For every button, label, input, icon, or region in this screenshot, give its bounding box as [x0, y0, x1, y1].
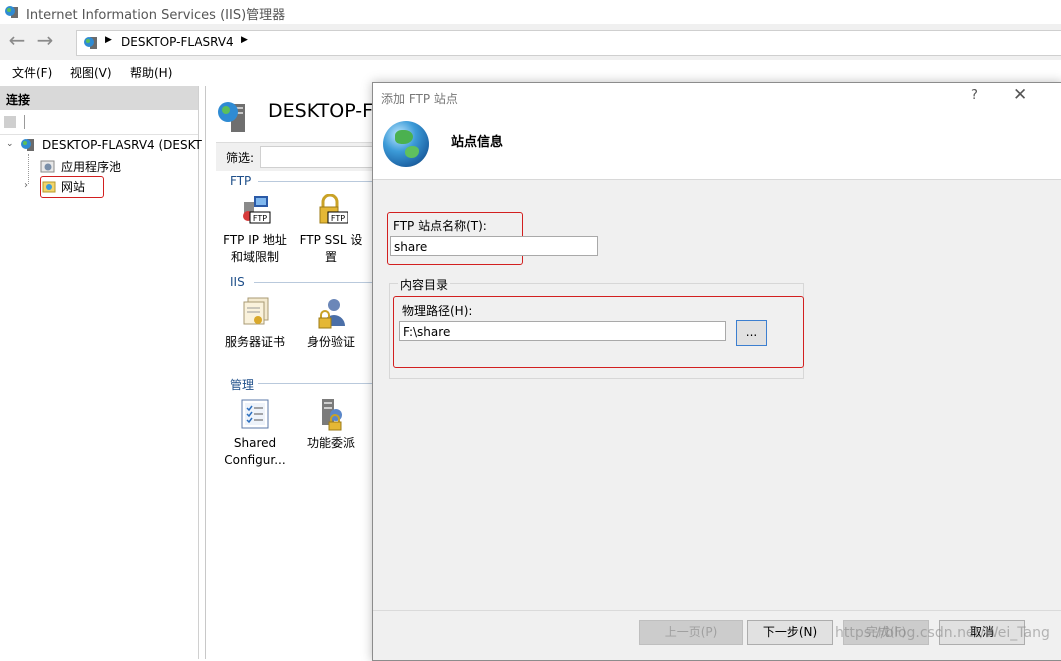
physical-path-label: 物理路径(H):: [402, 304, 473, 318]
toolbar-divider: [24, 115, 25, 129]
tree-expand-icon[interactable]: ⌄: [6, 139, 14, 149]
ftp-ssl-lock-icon: FTP: [314, 193, 349, 228]
tree-line: [28, 154, 30, 184]
breadcrumb-server[interactable]: DESKTOP-FLASRV4: [121, 35, 234, 49]
server-large-icon: [216, 98, 252, 134]
feature-label: 身份验证: [306, 335, 355, 349]
footer-divider: [373, 610, 1061, 611]
section-title: 站点信息: [451, 135, 504, 150]
feature-label-line2: 和域限制: [230, 250, 279, 264]
group-divider: [254, 282, 373, 283]
feature-authentication[interactable]: 身份验证: [296, 296, 366, 351]
tree-sites[interactable]: 网站: [61, 178, 85, 195]
site-name-input[interactable]: share: [390, 236, 598, 256]
shared-config-icon: [238, 397, 272, 431]
browse-button[interactable]: ...: [736, 320, 767, 346]
server-icon: [20, 137, 36, 153]
menu-file[interactable]: 文件(F): [12, 64, 52, 81]
filter-input[interactable]: [260, 146, 382, 168]
menu-bar: 文件(F) 视图(V) 帮助(H): [0, 60, 1061, 84]
next-button[interactable]: 下一步(N): [747, 620, 833, 645]
window-title-bar: Internet Information Services (IIS)管理器: [0, 0, 1061, 24]
window-title: Internet Information Services (IIS)管理器: [26, 8, 286, 23]
connections-pane: 连接 ⌄ DESKTOP-FLASRV4 (DESKT 应用程序池 › 网站: [0, 86, 202, 659]
feature-delegation-icon: [314, 397, 348, 431]
feature-label: 功能委派: [306, 436, 355, 450]
dialog-title: 添加 FTP 站点: [381, 92, 458, 106]
close-icon[interactable]: ✕: [1013, 85, 1027, 105]
page-title: DESKTOP-FL: [268, 100, 384, 122]
watermark-text: https://blog.csdn.net/Wei_Tang: [835, 625, 1050, 641]
connections-header: 连接: [0, 86, 198, 110]
help-icon[interactable]: ?: [971, 88, 978, 103]
breadcrumb-arrow-icon[interactable]: ▶: [241, 35, 248, 45]
new-connection-icon[interactable]: [4, 116, 16, 128]
group-label-ftp: FTP: [230, 174, 252, 188]
app-pool-icon: [40, 158, 56, 174]
certificate-icon: [238, 296, 272, 330]
feature-delegation[interactable]: 功能委派: [296, 397, 366, 452]
iis-app-icon: [4, 4, 20, 20]
authentication-user-icon: [314, 296, 348, 330]
tree-server-node[interactable]: DESKTOP-FLASRV4 (DESKT: [42, 138, 202, 152]
server-icon: [83, 35, 99, 51]
globe-land: [395, 130, 413, 144]
menu-help[interactable]: 帮助(H): [130, 64, 172, 81]
sites-folder-icon: [42, 179, 56, 193]
breadcrumb-arrow-icon[interactable]: ▶: [105, 35, 112, 45]
feature-label: 服务器证书: [224, 335, 285, 349]
feature-label-line2: 置: [324, 250, 337, 264]
feature-shared-configuration[interactable]: Shared Configur...: [220, 397, 290, 469]
filter-label: 筛选:: [226, 151, 255, 165]
address-path-box[interactable]: ▶ DESKTOP-FLASRV4 ▶: [76, 30, 1061, 56]
feature-ftp-ip-restrictions[interactable]: FTP FTP IP 地址 和域限制: [220, 194, 290, 266]
tree-app-pools[interactable]: 应用程序池: [61, 158, 121, 175]
ftp-badge: FTP: [253, 214, 267, 223]
feature-label-line1: FTP IP 地址: [223, 233, 287, 247]
feature-server-certificates[interactable]: 服务器证书: [220, 296, 290, 351]
globe-icon: [383, 121, 429, 167]
globe-land: [405, 146, 419, 158]
content-directory-label: 内容目录: [398, 276, 451, 293]
ftp-ip-icon: FTP: [238, 194, 272, 228]
add-ftp-site-dialog: 添加 FTP 站点 ? ✕ 站点信息 FTP 站点名称(T): share 内容…: [372, 82, 1061, 661]
previous-button[interactable]: 上一页(P): [639, 620, 743, 645]
connections-title: 连接: [6, 93, 31, 107]
feature-label-line1: FTP SSL 设: [299, 233, 363, 247]
dialog-header: 添加 FTP 站点 ? ✕ 站点信息: [373, 83, 1061, 180]
feature-label-line1: Shared: [233, 436, 277, 450]
feature-ftp-ssl[interactable]: FTP FTP SSL 设 置: [296, 193, 366, 266]
tree-collapsed-icon[interactable]: ›: [24, 180, 28, 191]
address-bar: ← → ▶ DESKTOP-FLASRV4 ▶: [0, 24, 1061, 61]
group-divider: [258, 181, 373, 182]
group-divider: [258, 383, 373, 384]
forward-arrow-icon[interactable]: →: [30, 30, 60, 52]
group-label-iis: IIS: [230, 275, 245, 289]
feature-label-line2: Configur...: [224, 453, 286, 467]
connections-toolbar: [0, 112, 198, 135]
ftp-badge: FTP: [331, 214, 345, 223]
site-name-label: FTP 站点名称(T):: [393, 219, 487, 233]
back-arrow-icon[interactable]: ←: [2, 30, 32, 52]
menu-view[interactable]: 视图(V): [70, 64, 112, 81]
group-label-manage: 管理: [230, 378, 255, 392]
physical-path-input[interactable]: F:\share: [399, 321, 726, 341]
